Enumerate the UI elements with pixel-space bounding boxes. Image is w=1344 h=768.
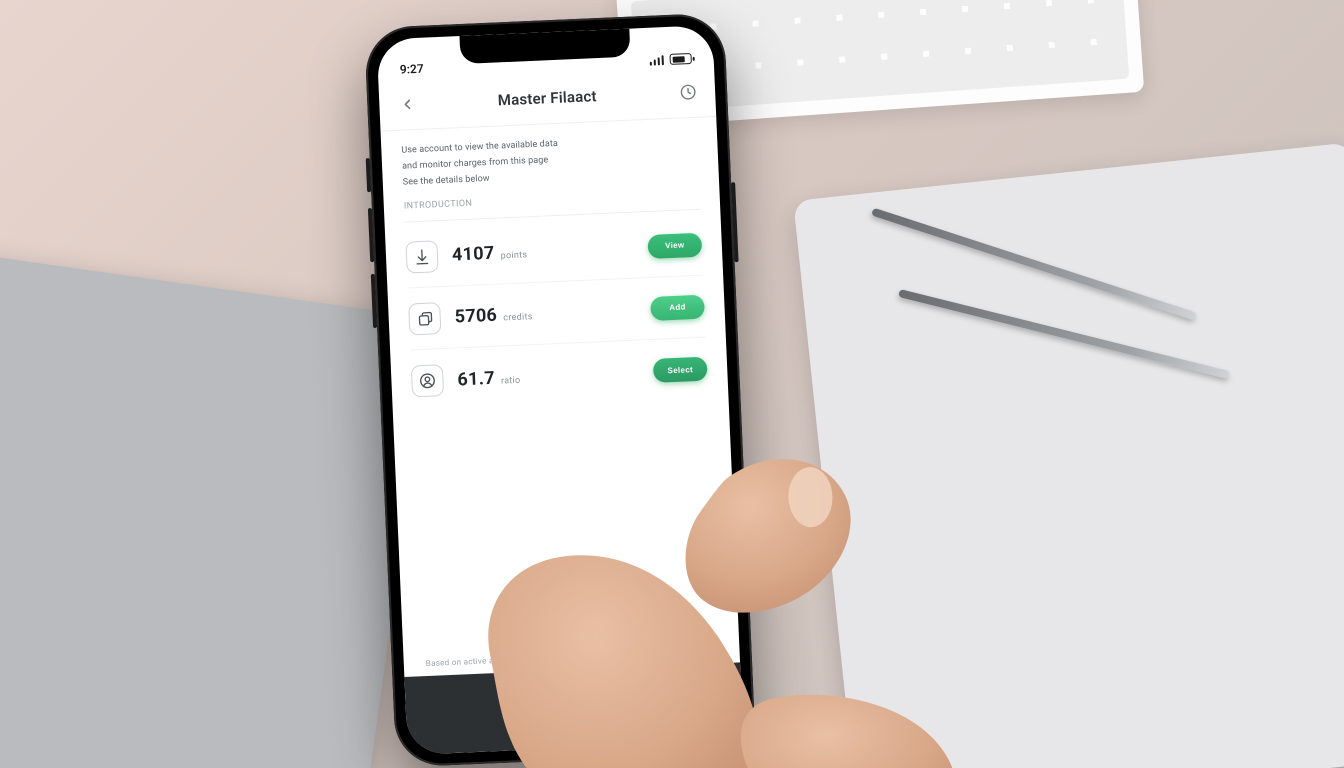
home-indicator[interactable] [515,733,635,742]
nav-label: Stats [565,704,583,713]
content-area: Use account to view the available data a… [381,117,740,677]
row-action-button[interactable]: Add [650,294,705,320]
row-action-button[interactable]: View [647,232,702,258]
row-unit: points [500,250,527,261]
grid-icon [622,681,641,700]
nav-more[interactable]: More [616,681,647,711]
row-value: 61.7 [457,367,495,390]
profile-icon [411,364,444,397]
phone-frame: 9:27 Master Filaact Use account to view … [364,13,756,768]
phone-volume-up [368,208,374,262]
row-unit: ratio [501,375,521,386]
intro-text: Use account to view the available data a… [401,132,699,190]
row-value: 4107 [452,243,495,266]
download-icon [405,240,438,273]
row-value: 5706 [454,305,497,328]
nav-label: Home [506,707,526,716]
list-item: 61.7 ratio Select [410,338,708,413]
clock-icon [679,82,698,101]
chart-icon [564,683,583,702]
row-unit: credits [503,312,533,323]
stats-list: 4107 points View 5706 credits Add [405,214,709,413]
status-time: 9:27 [400,62,424,77]
desk-notepad [793,142,1344,768]
desk-laptop [0,246,434,768]
phone-power-button [731,182,738,262]
nav-home[interactable]: Home [500,686,531,716]
nav-stats[interactable]: Stats [558,683,589,713]
battery-icon [669,53,691,65]
bottom-nav: Home Stats More [404,662,743,755]
back-button[interactable] [393,89,422,118]
section-caption: INTRODUCTION [404,189,700,212]
home-icon [506,686,525,705]
history-button[interactable] [675,78,702,105]
contact-link[interactable]: Contact us [423,626,719,649]
layers-icon [408,302,441,335]
phone-screen: 9:27 Master Filaact Use account to view … [377,25,744,755]
signal-icon [649,54,664,66]
row-action-button[interactable]: Select [653,357,708,383]
nav-label: More [623,702,640,711]
phone-mute-switch [366,158,371,192]
page-title: Master Filaact [497,87,597,109]
chevron-left-icon [399,96,416,113]
